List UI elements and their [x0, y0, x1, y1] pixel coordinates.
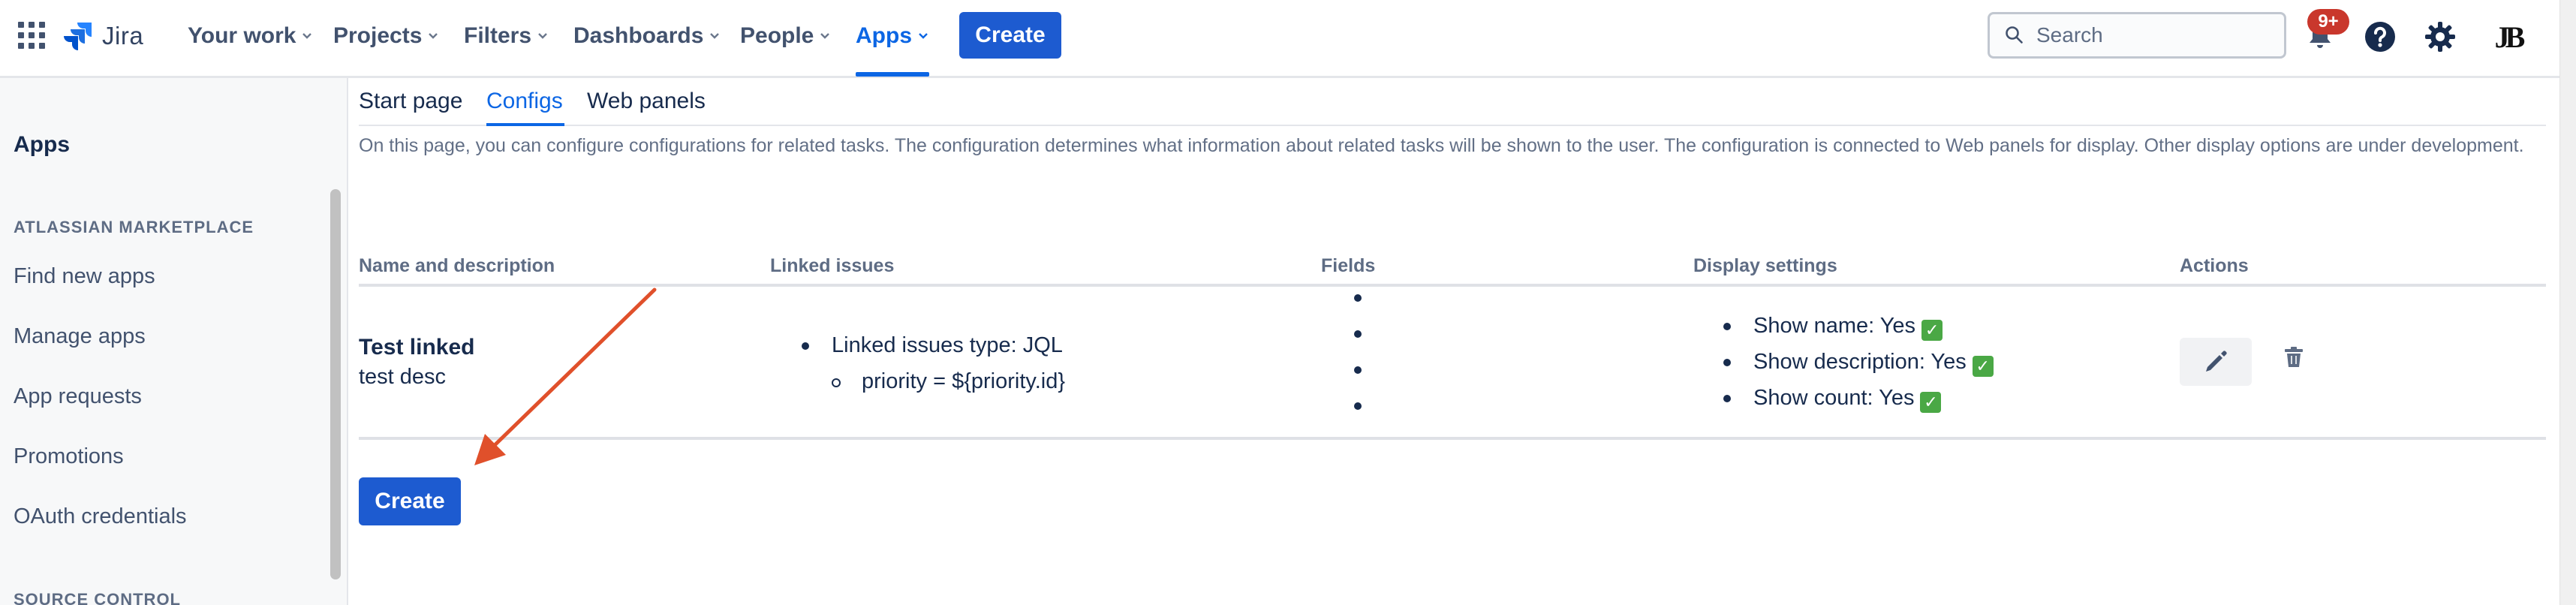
sidebar-item-find-new-apps[interactable]: Find new apps — [14, 264, 155, 289]
chevron-down-icon — [429, 33, 438, 39]
fields-list — [1354, 294, 1362, 438]
sidebar: Apps ATLASSIAN MARKETPLACE Find new apps… — [0, 78, 348, 605]
sidebar-item-app-requests[interactable]: App requests — [14, 384, 142, 409]
tab-start-page[interactable]: Start page — [359, 89, 462, 114]
sidebar-scrollbar-thumb[interactable] — [330, 189, 341, 579]
page-scrollbar[interactable] — [2559, 0, 2576, 605]
column-header-actions: Actions — [2180, 255, 2249, 276]
nav-label: People — [740, 23, 814, 48]
top-navigation: Jira Your work Projects Filters Dashboar… — [0, 0, 2559, 78]
intro-text: On this page, you can configure configur… — [359, 135, 2524, 156]
table-header-divider — [359, 284, 2546, 287]
sidebar-item-oauth-credentials[interactable]: OAuth credentials — [14, 504, 187, 529]
linked-issues-query: priority = ${priority.id} — [772, 363, 1065, 399]
fields-bullet — [1354, 330, 1362, 338]
tab-web-panels[interactable]: Web panels — [587, 89, 706, 114]
chevron-down-icon — [710, 33, 720, 39]
settings-button[interactable] — [2423, 20, 2457, 54]
trash-icon — [2285, 347, 2303, 367]
app-switcher-icon[interactable] — [18, 22, 45, 49]
nav-label: Projects — [333, 23, 423, 48]
nav-label: Dashboards — [573, 23, 704, 48]
fields-bullet — [1354, 402, 1362, 410]
column-header-linked-issues: Linked issues — [770, 255, 895, 276]
pencil-icon — [2206, 351, 2227, 372]
nav-label: Your work — [188, 23, 296, 48]
config-description: test desc — [359, 365, 447, 389]
chevron-down-icon — [538, 33, 547, 39]
nav-dashboards[interactable]: Dashboards — [573, 18, 720, 54]
active-tab-indicator — [486, 123, 564, 126]
nav-label: Filters — [464, 23, 532, 48]
chevron-down-icon — [919, 33, 928, 39]
display-setting-label: Show name: Yes — [1753, 314, 1916, 338]
help-icon — [2365, 22, 2395, 52]
sidebar-section-heading-marketplace: ATLASSIAN MARKETPLACE — [14, 218, 254, 236]
user-avatar[interactable]: JB — [2489, 18, 2526, 56]
edit-config-button[interactable] — [2180, 338, 2252, 386]
fields-bullet — [1354, 294, 1362, 302]
linked-issues-list: Linked issues type: JQL priority = ${pri… — [802, 327, 1065, 399]
chevron-down-icon — [820, 33, 830, 39]
help-button[interactable] — [2363, 20, 2397, 54]
column-header-name: Name and description — [359, 255, 555, 276]
notifications-badge: 9+ — [2307, 9, 2349, 35]
nav-people[interactable]: People — [740, 18, 830, 54]
nav-label: Apps — [856, 23, 912, 48]
tabs-divider — [359, 125, 2546, 126]
gear-icon — [2425, 22, 2455, 52]
column-header-display-settings: Display settings — [1693, 255, 1837, 276]
display-setting-label: Show description: Yes — [1753, 350, 1967, 374]
nav-your-work[interactable]: Your work — [188, 18, 312, 54]
display-setting-label: Show count: Yes — [1753, 386, 1915, 410]
config-name: Test linked — [359, 335, 475, 360]
display-settings-list: Show name: Yes ✓ Show description: Yes ✓ S… — [1723, 308, 1994, 416]
jira-logo[interactable]: Jira — [63, 18, 143, 54]
check-icon: ✓ — [1921, 320, 1943, 341]
sidebar-item-manage-apps[interactable]: Manage apps — [14, 324, 146, 349]
product-name: Jira — [102, 22, 144, 50]
display-setting-item: Show count: Yes ✓ — [1723, 380, 1994, 416]
create-config-button[interactable]: Create — [359, 477, 461, 525]
sidebar-item-promotions[interactable]: Promotions — [14, 444, 124, 469]
nav-create-button[interactable]: Create — [959, 12, 1061, 59]
search-icon — [2006, 26, 2023, 44]
check-icon: ✓ — [1972, 356, 1994, 377]
display-setting-item: Show name: Yes ✓ — [1723, 308, 1994, 344]
nav-apps[interactable]: Apps — [856, 18, 928, 54]
nav-projects[interactable]: Projects — [333, 18, 438, 54]
display-setting-item: Show description: Yes ✓ — [1723, 344, 1994, 380]
linked-issues-type: Linked issues type: JQL — [802, 327, 1065, 363]
search-box[interactable] — [1988, 12, 2286, 59]
table-row-divider — [359, 437, 2546, 440]
sidebar-section-heading-source-control: SOURCE CONTROL — [14, 590, 181, 605]
fields-bullet — [1354, 366, 1362, 374]
sidebar-title: Apps — [14, 132, 70, 157]
active-nav-indicator — [856, 72, 929, 77]
tab-configs[interactable]: Configs — [486, 89, 563, 114]
delete-config-button[interactable] — [2279, 342, 2309, 372]
column-header-fields: Fields — [1321, 255, 1376, 276]
check-icon: ✓ — [1920, 392, 1942, 413]
jira-logo-icon — [64, 23, 92, 50]
nav-filters[interactable]: Filters — [464, 18, 548, 54]
chevron-down-icon — [302, 33, 312, 39]
search-input[interactable] — [2036, 23, 2262, 47]
